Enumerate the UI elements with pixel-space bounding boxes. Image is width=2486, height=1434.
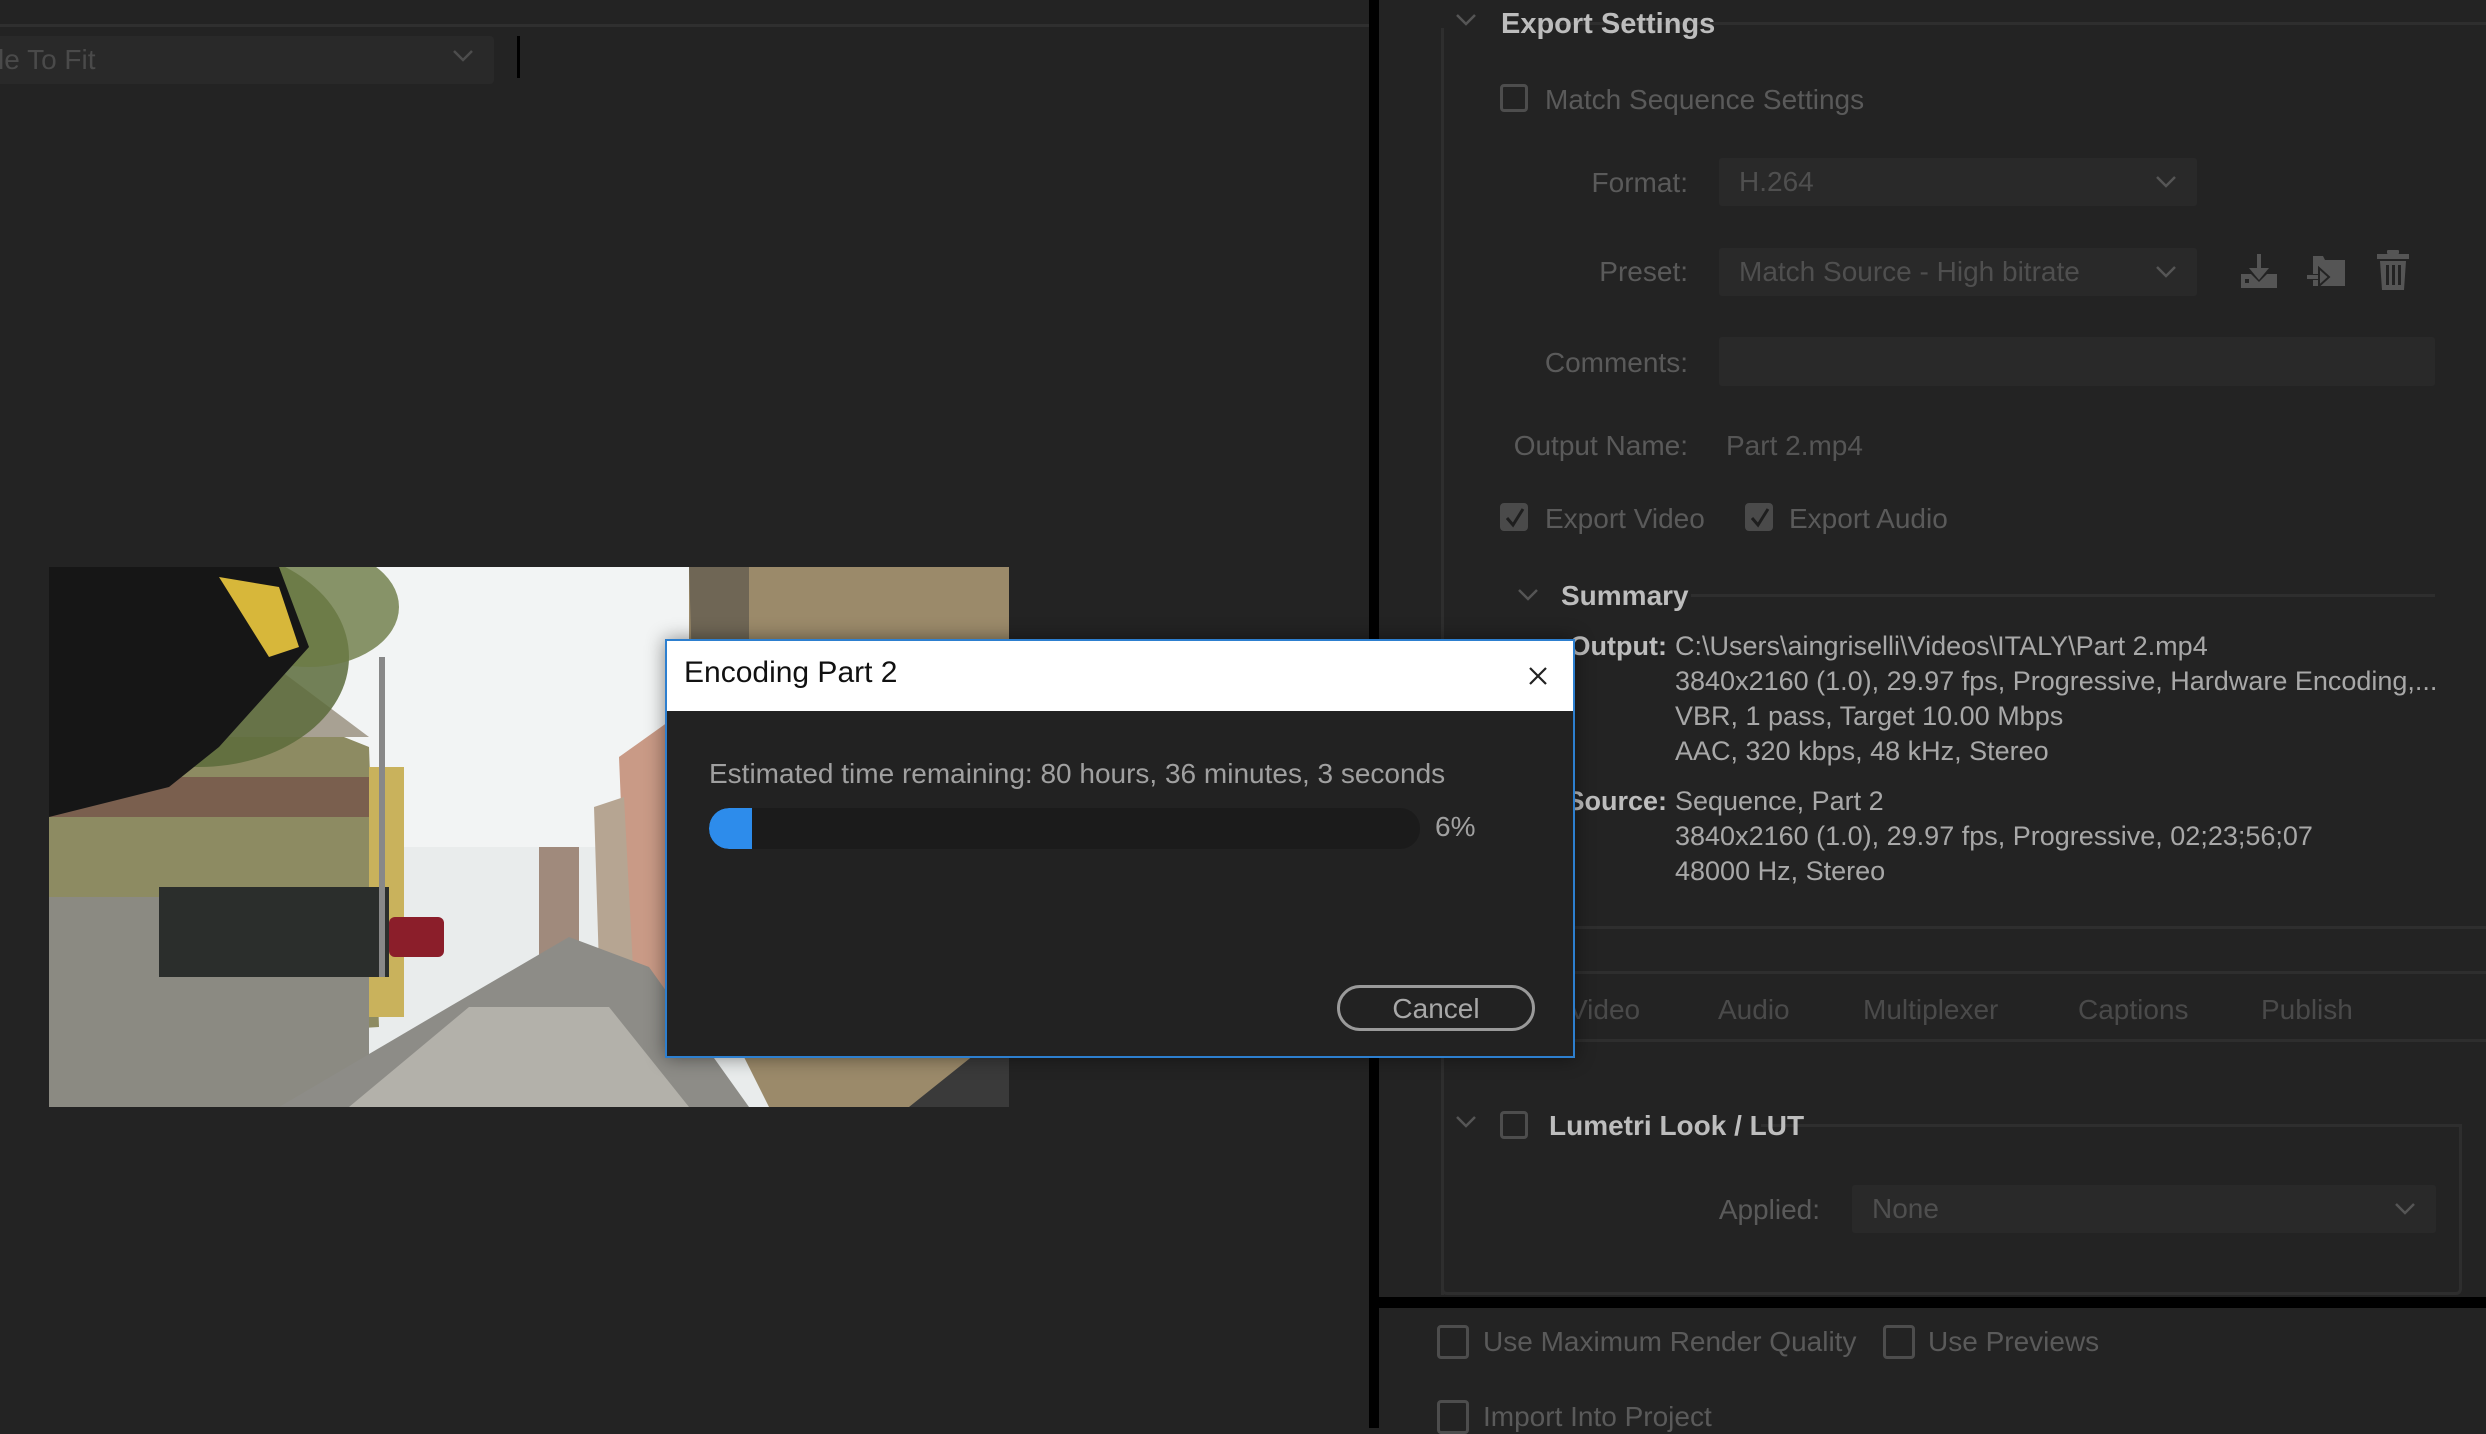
summary-output-line: VBR, 1 pass, Target 10.00 Mbps <box>1675 701 2064 731</box>
format-value: H.264 <box>1739 166 1814 197</box>
delete-preset-icon[interactable] <box>2371 248 2415 292</box>
estimated-time-remaining: Estimated time remaining: 80 hours, 36 m… <box>709 758 1446 789</box>
comments-input[interactable] <box>1719 337 2435 386</box>
chevron-down-icon <box>2395 1203 2415 1215</box>
match-sequence-label: Match Sequence Settings <box>1545 84 1865 115</box>
fit-scale-value: le To Fit <box>0 44 96 75</box>
panel-splitter-horizontal[interactable] <box>1379 1297 2486 1308</box>
lumetri-checkbox[interactable] <box>1500 1111 1528 1139</box>
import-into-project-label: Import Into Project <box>1483 1401 1712 1432</box>
close-icon[interactable] <box>1521 659 1555 693</box>
export-video-checkbox[interactable] <box>1500 503 1528 531</box>
checkmark-icon <box>1505 508 1525 528</box>
fit-scale-dropdown[interactable]: le To Fit <box>0 36 494 84</box>
checkmark-icon <box>1750 508 1770 528</box>
comments-label: Comments: <box>1544 347 1688 378</box>
export-audio-label: Export Audio <box>1789 503 1948 534</box>
summary-divider <box>1691 594 2435 597</box>
summary-output-line: 3840x2160 (1.0), 29.97 fps, Progressive,… <box>1675 666 2438 696</box>
import-preset-icon[interactable] <box>2305 250 2349 294</box>
max-render-quality-checkbox[interactable] <box>1437 1325 1469 1359</box>
export-settings-title: Export Settings <box>1501 8 1716 40</box>
dialog-titlebar[interactable]: Encoding Part 2 <box>667 641 1573 711</box>
tab-audio[interactable]: Audio <box>1718 994 1790 1026</box>
format-label: Format: <box>1591 167 1688 198</box>
summary-chevron-icon[interactable] <box>1517 587 1539 603</box>
use-previews-label: Use Previews <box>1928 1326 2100 1357</box>
summary-title: Summary <box>1561 580 1689 611</box>
dialog-title: Encoding Part 2 <box>684 656 898 689</box>
chevron-down-icon <box>2156 266 2176 278</box>
tab-publish[interactable]: Publish <box>2261 994 2353 1026</box>
preset-value: Match Source - High bitrate <box>1739 256 2080 287</box>
lumetri-chevron-icon[interactable] <box>1455 1114 1477 1130</box>
cancel-button[interactable]: Cancel <box>1337 985 1535 1031</box>
summary-source-line: Sequence, Part 2 <box>1675 786 1884 816</box>
applied-value: None <box>1872 1193 1939 1224</box>
use-previews-checkbox[interactable] <box>1883 1325 1915 1359</box>
export-audio-checkbox[interactable] <box>1745 503 1773 531</box>
summary-output-line: C:\Users\aingriselli\Videos\ITALY\Part 2… <box>1675 631 2208 661</box>
lumetri-applied-dropdown[interactable]: None <box>1852 1185 2436 1233</box>
progress-bar-fill <box>709 808 752 849</box>
progress-percent: 6% <box>1435 811 1476 842</box>
summary-source-line: 3840x2160 (1.0), 29.97 fps, Progressive,… <box>1675 821 2313 851</box>
max-render-quality-label: Use Maximum Render Quality <box>1483 1326 1857 1357</box>
applied-label: Applied: <box>1718 1194 1820 1225</box>
export-video-label: Export Video <box>1545 503 1705 534</box>
match-sequence-checkbox[interactable] <box>1500 84 1528 112</box>
text-cursor <box>517 36 520 78</box>
output-name-link[interactable]: Part 2.mp4 <box>1726 430 1863 462</box>
lumetri-group-border-top <box>1761 1124 2462 1127</box>
save-preset-icon[interactable] <box>2237 250 2281 294</box>
preset-label: Preset: <box>1599 256 1688 287</box>
preset-dropdown[interactable]: Match Source - High bitrate <box>1719 248 2197 296</box>
import-into-project-checkbox[interactable] <box>1437 1400 1469 1434</box>
export-settings-chevron-icon[interactable] <box>1455 12 1477 28</box>
lumetri-title: Lumetri Look / LUT <box>1549 1110 1805 1141</box>
chevron-down-icon <box>2156 176 2176 188</box>
tab-video[interactable]: Video <box>1569 994 1640 1026</box>
tab-multiplexer[interactable]: Multiplexer <box>1863 994 1998 1026</box>
chevron-down-icon <box>453 50 473 62</box>
encoding-progress-bar <box>709 808 1420 849</box>
encoding-progress-dialog: Encoding Part 2 Estimated time remaining… <box>665 639 1575 1058</box>
panel-divider-line <box>0 24 1369 27</box>
output-name-label: Output Name: <box>1513 430 1688 461</box>
summary-output-line: AAC, 320 kbps, 48 kHz, Stereo <box>1675 736 2049 766</box>
tab-captions[interactable]: Captions <box>2078 994 2189 1026</box>
summary-source-line: 48000 Hz, Stereo <box>1675 856 1886 886</box>
format-dropdown[interactable]: H.264 <box>1719 158 2197 206</box>
